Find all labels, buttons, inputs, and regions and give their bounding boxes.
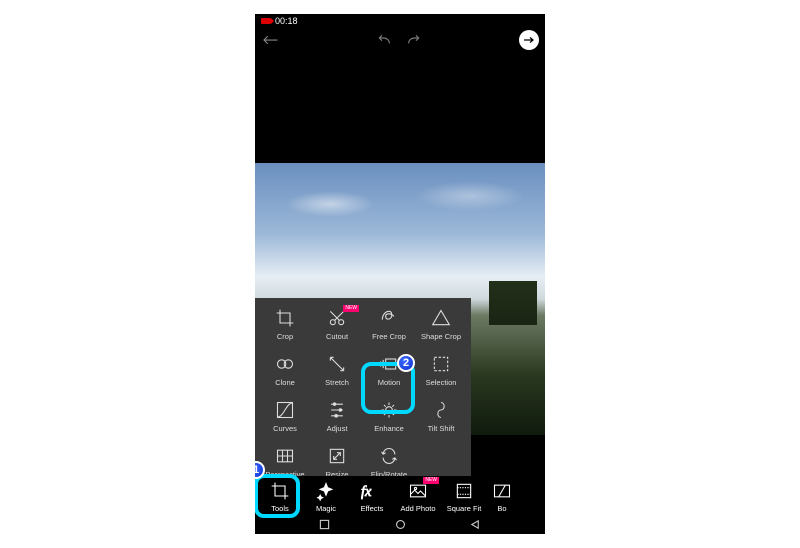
bottombar-squarefit[interactable]: Square Fit <box>441 477 487 517</box>
bottombar-addphoto[interactable]: NEW Add Photo <box>395 477 441 517</box>
next-button[interactable] <box>519 30 539 50</box>
tool-enhance[interactable]: Enhance <box>363 394 415 438</box>
nav-back-icon[interactable] <box>470 517 481 534</box>
tool-crop[interactable]: Crop <box>259 302 311 346</box>
undo-redo-group <box>376 34 422 46</box>
tool-adjust[interactable]: Adjust <box>311 394 363 438</box>
tool-label: Cutout <box>326 332 348 341</box>
tool-label: Clone <box>275 378 295 387</box>
new-badge: NEW <box>343 305 359 312</box>
bottom-toolbar: Tools Magic fx Effects NEW Add Photo Squ… <box>255 476 545 518</box>
bottombar-tools[interactable]: Tools <box>257 477 303 517</box>
bottombar-effects[interactable]: fx Effects <box>349 477 395 517</box>
record-icon <box>261 18 271 24</box>
phone-frame: 00:18 Crop NEW <box>255 14 545 534</box>
back-icon[interactable] <box>261 34 279 46</box>
tool-label: Adjust <box>327 424 348 433</box>
tool-stretch[interactable]: Stretch <box>311 348 363 392</box>
android-nav-bar <box>255 518 545 534</box>
svg-text:fx: fx <box>361 484 372 500</box>
undo-icon[interactable] <box>376 34 392 46</box>
tool-label: Curves <box>273 424 297 433</box>
bottombar-border[interactable]: Bo <box>487 477 517 517</box>
tool-label: Motion <box>378 378 401 387</box>
status-bar: 00:18 <box>255 14 545 28</box>
bottombar-magic[interactable]: Magic <box>303 477 349 517</box>
tool-label: Tilt Shift <box>428 424 455 433</box>
tool-tiltshift[interactable]: Tilt Shift <box>415 394 467 438</box>
nav-home-icon[interactable] <box>395 517 406 534</box>
bottombar-label: Effects <box>361 504 384 513</box>
tool-clone[interactable]: Clone <box>259 348 311 392</box>
bottombar-label: Square Fit <box>447 504 482 513</box>
status-time: 00:18 <box>275 16 298 26</box>
tool-curves[interactable]: Curves <box>259 394 311 438</box>
tool-label: Stretch <box>325 378 349 387</box>
editor-top-bar <box>255 28 545 52</box>
tool-label: Shape Crop <box>421 332 461 341</box>
tool-shapecrop[interactable]: Shape Crop <box>415 302 467 346</box>
tool-motion[interactable]: Motion <box>363 348 415 392</box>
tool-cutout[interactable]: NEW Cutout <box>311 302 363 346</box>
tools-panel: Crop NEW Cutout Free Crop Shape Crop Clo… <box>255 298 471 488</box>
bottombar-label: Tools <box>271 504 289 513</box>
tool-label: Enhance <box>374 424 404 433</box>
redo-icon[interactable] <box>406 34 422 46</box>
active-indicator <box>267 475 291 477</box>
new-badge: NEW <box>423 477 439 484</box>
tool-label: Free Crop <box>372 332 406 341</box>
bottombar-label: Add Photo <box>400 504 435 513</box>
nav-recent-icon[interactable] <box>319 517 330 534</box>
tool-selection[interactable]: Selection <box>415 348 467 392</box>
tool-label: Crop <box>277 332 293 341</box>
bottombar-label: Bo <box>497 504 506 513</box>
tool-label: Selection <box>426 378 457 387</box>
bottombar-label: Magic <box>316 504 336 513</box>
tool-freecrop[interactable]: Free Crop <box>363 302 415 346</box>
